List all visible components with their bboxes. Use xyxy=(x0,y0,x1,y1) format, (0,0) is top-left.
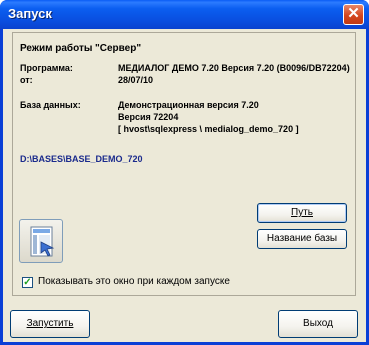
close-button[interactable]: ✕ xyxy=(343,4,364,25)
database-app-icon-graphic xyxy=(30,226,55,257)
exit-button[interactable]: Выход xyxy=(278,310,358,338)
database-path: D:\BASES\BASE_DEMO_720 xyxy=(20,154,143,164)
launch-dialog: Запуск ✕ Режим работы "Сервер" Программа… xyxy=(0,0,369,345)
date-label: от: xyxy=(20,75,33,85)
show-on-startup-label[interactable]: Показывать это окно при каждом запуске xyxy=(38,276,230,287)
database-version: Версия 72204 xyxy=(118,112,179,122)
dialog-body: Режим работы "Сервер" Программа: МЕДИАЛО… xyxy=(3,29,366,342)
window-title: Запуск xyxy=(8,6,52,21)
launch-button[interactable]: Запустить xyxy=(10,310,90,338)
path-button[interactable]: Путь xyxy=(257,203,347,223)
info-panel: Режим работы "Сервер" Программа: МЕДИАЛО… xyxy=(12,32,356,296)
database-name: Демонстрационная версия 7.20 xyxy=(118,100,259,110)
database-server: [ hvost\sqlexpress \ medialog_demo_720 ] xyxy=(118,124,299,134)
mode-value: "Сервер" xyxy=(95,43,142,54)
exit-button-label: Выход xyxy=(303,318,333,329)
launch-button-label: Запустить xyxy=(26,318,74,329)
date-value: 28/07/10 xyxy=(118,75,154,85)
program-label: Программа: xyxy=(20,63,73,73)
title-bar[interactable]: Запуск ✕ xyxy=(0,0,369,29)
show-on-startup-checkbox[interactable]: ✓ xyxy=(22,277,33,288)
checkmark-icon: ✓ xyxy=(23,277,32,288)
database-app-icon[interactable] xyxy=(19,219,63,263)
db-name-button[interactable]: Название базы xyxy=(257,229,347,249)
db-name-button-label: Название базы xyxy=(266,233,338,244)
path-button-label: Путь xyxy=(291,207,313,218)
program-value: МЕДИАЛОГ ДЕМО 7.20 Версия 7.20 (В0096/DB… xyxy=(118,63,350,73)
mode-label: Режим работы xyxy=(20,43,93,54)
close-icon: ✕ xyxy=(347,5,360,22)
database-label: База данных: xyxy=(20,100,81,110)
